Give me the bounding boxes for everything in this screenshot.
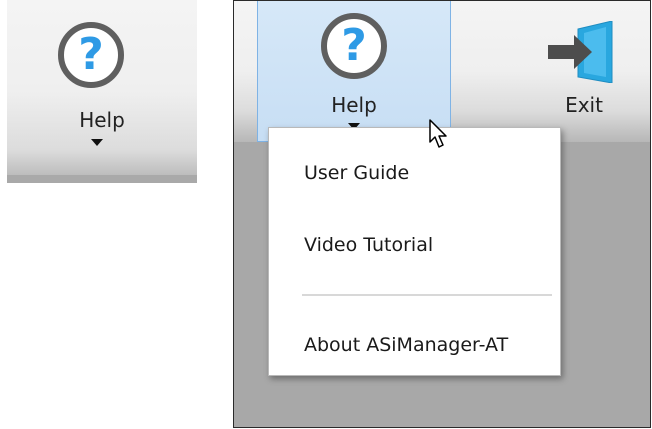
menu-item-user-guide[interactable]: User Guide <box>269 147 560 199</box>
help-icon: ? <box>321 13 387 79</box>
exit-button-label: Exit <box>565 93 603 117</box>
exit-icon <box>548 21 613 83</box>
help-button[interactable]: ? Help <box>257 1 451 142</box>
menu-divider <box>302 294 552 296</box>
mouse-cursor-icon <box>429 119 447 148</box>
menu-item-video-tutorial[interactable]: Video Tutorial <box>269 219 560 271</box>
exit-button[interactable]: Exit <box>524 1 644 142</box>
stage: ? Help ? Help Exit User Guide Video Tuto… <box>0 0 652 429</box>
dropdown-arrow-icon <box>91 139 103 146</box>
help-button-label: Help <box>79 108 125 132</box>
app-window: ? Help Exit User Guide Video Tutorial Ab… <box>233 0 651 428</box>
menu-item-about[interactable]: About ASiManager-AT <box>269 319 560 371</box>
help-button-label: Help <box>331 93 377 117</box>
toolbar-bottom-band <box>7 175 197 183</box>
help-button-preview[interactable]: ? Help <box>7 0 197 183</box>
help-icon: ? <box>58 22 124 88</box>
help-dropdown-menu: User Guide Video Tutorial About ASiManag… <box>268 127 561 376</box>
